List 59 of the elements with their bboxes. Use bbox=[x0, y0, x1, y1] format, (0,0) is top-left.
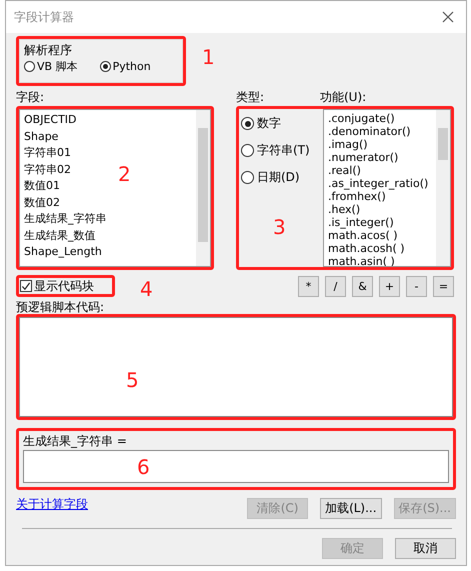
function-item[interactable]: .fromhex() bbox=[328, 190, 386, 203]
radio-option[interactable]: VB 脚本 bbox=[24, 59, 78, 74]
group-label: 解析程序 bbox=[24, 42, 73, 59]
radio-option[interactable]: 数字 bbox=[241, 115, 323, 132]
function-item[interactable]: .conjugate() bbox=[328, 112, 395, 125]
window-title: 字段计算器 bbox=[14, 8, 74, 26]
field-item[interactable]: Shape bbox=[24, 128, 58, 145]
radio-icon[interactable] bbox=[100, 61, 111, 72]
operator-button[interactable]: - bbox=[406, 276, 427, 296]
operator-button[interactable]: & bbox=[352, 276, 373, 296]
checkbox[interactable] bbox=[20, 280, 32, 292]
radio-option[interactable]: 字符串(T) bbox=[241, 142, 323, 159]
code-textarea[interactable]: 5 bbox=[19, 317, 453, 417]
field-item[interactable]: OBJECTID bbox=[24, 112, 77, 128]
expression-textarea[interactable]: 6 bbox=[23, 450, 449, 483]
scrollbar[interactable] bbox=[196, 110, 210, 266]
field-item[interactable]: 字符串01 bbox=[24, 145, 71, 162]
scrollbar[interactable] bbox=[436, 110, 450, 266]
type-label: 类型: bbox=[236, 89, 266, 106]
operator-button[interactable]: + bbox=[379, 276, 400, 296]
annotation-number: 4 bbox=[140, 279, 153, 299]
field-item[interactable]: 生成结果_数值 bbox=[24, 228, 96, 244]
radio-option[interactable]: 日期(D) bbox=[241, 169, 323, 186]
action-button[interactable]: 加载(L)... bbox=[320, 498, 382, 519]
field-item[interactable]: Shape_Length bbox=[24, 244, 102, 260]
radio-icon[interactable] bbox=[241, 171, 254, 184]
annotation-number: 5 bbox=[126, 370, 139, 390]
operator-button[interactable]: * bbox=[298, 276, 319, 296]
operator-button[interactable]: = bbox=[433, 276, 454, 296]
function-item[interactable]: math.acos( ) bbox=[328, 229, 398, 242]
annotation-number: 6 bbox=[137, 457, 150, 477]
field-item[interactable]: 数值01 bbox=[24, 178, 60, 194]
function-item[interactable]: .denominator() bbox=[328, 125, 411, 138]
functions-label: 功能(U): bbox=[320, 89, 366, 106]
radio-icon[interactable] bbox=[241, 144, 254, 157]
function-item[interactable]: .hex() bbox=[328, 203, 360, 216]
function-item[interactable]: .real() bbox=[328, 164, 361, 177]
function-item[interactable]: .is_integer() bbox=[328, 216, 394, 229]
annotation-number: 3 bbox=[273, 217, 286, 237]
help-link[interactable]: 关于计算字段 bbox=[16, 496, 88, 513]
expression-label: 生成结果_字符串 = bbox=[23, 433, 128, 450]
checkbox-option[interactable]: 显示代码块 bbox=[20, 278, 94, 294]
radio-icon[interactable] bbox=[24, 61, 35, 72]
function-item[interactable]: math.acosh( ) bbox=[328, 242, 405, 255]
close-icon[interactable] bbox=[442, 11, 454, 23]
dialog-button[interactable]: 取消 bbox=[395, 538, 456, 559]
pre-logic-label: 预逻辑脚本代码: bbox=[16, 300, 106, 314]
function-item[interactable]: .imag() bbox=[328, 138, 368, 151]
field-item[interactable]: 字符串02 bbox=[24, 162, 71, 178]
function-item[interactable]: .as_integer_ratio() bbox=[328, 177, 428, 190]
fields-label: 字段: bbox=[16, 89, 46, 106]
radio-icon[interactable] bbox=[241, 117, 254, 130]
annotation-number: 1 bbox=[202, 47, 215, 67]
operator-button[interactable]: / bbox=[325, 276, 346, 296]
radio-option[interactable]: Python bbox=[100, 59, 151, 74]
field-item[interactable]: 生成结果_字符串 bbox=[24, 211, 106, 228]
function-item[interactable]: .numerator() bbox=[328, 151, 398, 164]
annotation-number: 2 bbox=[118, 164, 131, 184]
field-item[interactable]: 数值02 bbox=[24, 194, 60, 211]
